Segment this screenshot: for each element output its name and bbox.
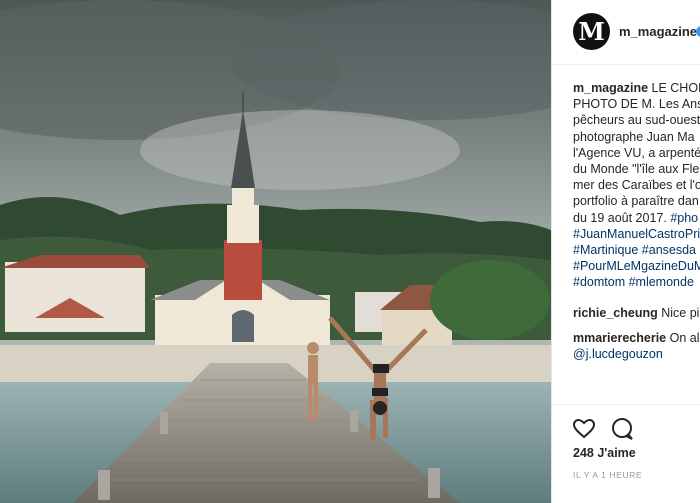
likes-count[interactable]: 248 J'aime <box>573 446 636 460</box>
comment: richie_cheung Nice pic <box>573 305 700 321</box>
caption-text: du 19 août 2017. <box>573 210 671 225</box>
comment-text: Nice pic <box>661 305 700 320</box>
caption-text: du Monde "l'île aux Fle <box>573 162 700 177</box>
caption-username[interactable]: m_magazine <box>573 81 648 95</box>
comments-section: m_magazine LE CHOIX PHOTO DE M. Les Anse… <box>573 80 700 362</box>
comment: mmarierecherie On allait @j.lucdegouzon <box>573 330 700 362</box>
caption-line: #domtom #mlemonde <box>573 274 700 290</box>
caption-text: l'Agence VU, a arpenté <box>573 145 700 160</box>
hashtag-link[interactable]: #domtom #mlemonde <box>573 275 694 289</box>
account-avatar[interactable]: M <box>573 13 610 50</box>
caption-line: pêcheurs au sud-ouest <box>573 112 700 128</box>
hashtag-link[interactable]: #pho <box>670 211 698 225</box>
post-sidebar: M m_magazine m_magazine LE CHOIX PHOTO D… <box>552 0 700 503</box>
post-photo[interactable] <box>0 0 551 503</box>
caption-line: du Monde "l'île aux Fle <box>573 161 700 177</box>
post-header: M m_magazine <box>552 0 700 65</box>
caption-text: PHOTO DE M. Les Anses <box>573 97 700 112</box>
mention-link[interactable]: @j.lucdegouzon <box>573 347 663 361</box>
caption-text: LE CHOIX <box>651 81 700 95</box>
heart-icon[interactable] <box>572 417 596 441</box>
caption-line: #Martinique #ansesda <box>573 242 700 258</box>
post-timestamp: IL Y A 1 HEURE <box>573 470 643 480</box>
caption: m_magazine LE CHOIX PHOTO DE M. Les Anse… <box>573 80 700 291</box>
comment-text: On allait <box>669 330 700 345</box>
caption-line: #JuanManuelCastroPri <box>573 226 700 242</box>
comment-icon[interactable] <box>610 417 634 441</box>
caption-line: du 19 août 2017. #pho <box>573 210 700 226</box>
caption-text: pêcheurs au sud-ouest <box>573 113 700 128</box>
caption-line: PHOTO DE M. Les Anses <box>573 96 700 112</box>
account-handle[interactable]: m_magazine <box>619 24 697 39</box>
caption-line: portfolio à paraître dan <box>573 193 700 209</box>
caption-line: mer des Caraïbes et l'o <box>573 177 700 193</box>
hashtag-link[interactable]: #Martinique #ansesda <box>573 243 696 257</box>
caption-text: portfolio à paraître dan <box>573 194 699 209</box>
caption-line: #PourMLeMgazineDuM <box>573 258 700 274</box>
caption-text: mer des Caraïbes et l'o <box>573 178 700 193</box>
hashtag-link[interactable]: #PourMLeMgazineDuM <box>573 259 700 273</box>
caption-text: photographe Juan Ma <box>573 129 695 144</box>
hashtag-link[interactable]: #JuanManuelCastroPri <box>573 227 700 241</box>
caption-line: photographe Juan Ma <box>573 129 700 145</box>
caption-line: m_magazine LE CHOIX <box>573 80 700 96</box>
verified-badge-icon <box>696 26 700 37</box>
comment-username[interactable]: mmarierecherie <box>573 331 666 345</box>
comment-username[interactable]: richie_cheung <box>573 306 658 320</box>
caption-line: l'Agence VU, a arpenté <box>573 145 700 161</box>
post-actions: 248 J'aime IL Y A 1 HEURE <box>552 404 700 503</box>
